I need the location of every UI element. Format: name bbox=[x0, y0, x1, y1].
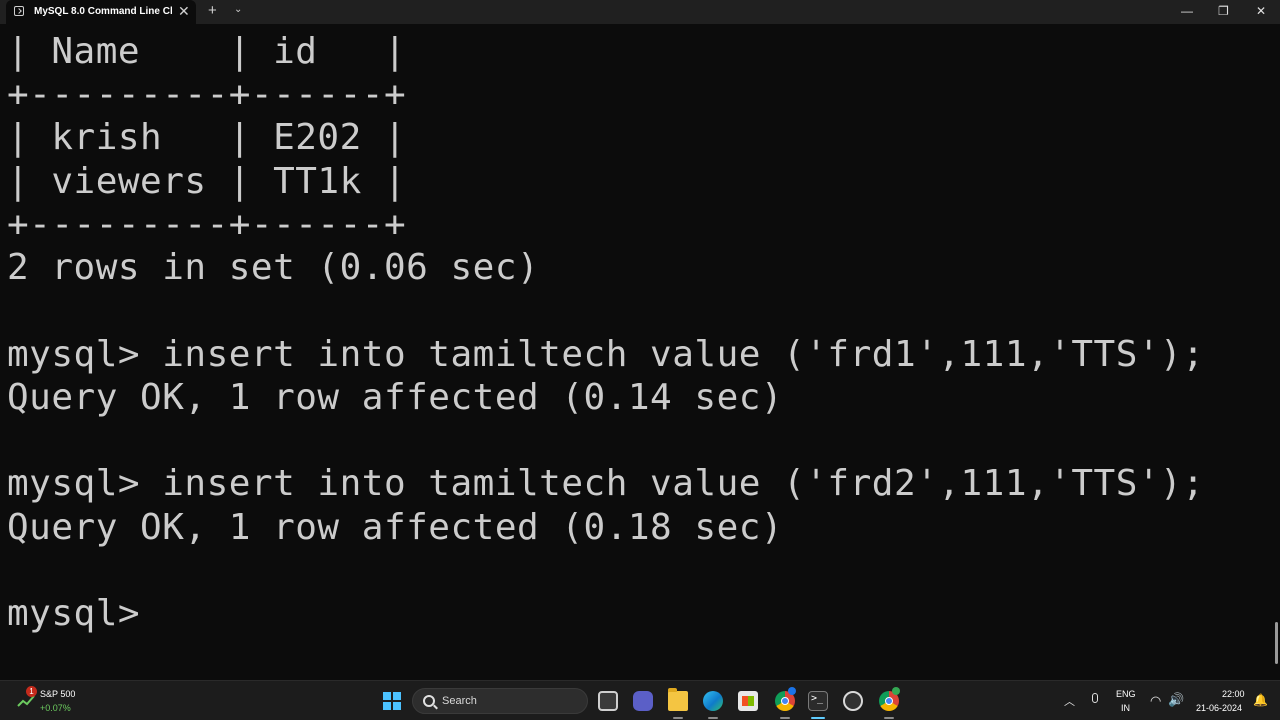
volume-icon[interactable]: 🔊 bbox=[1168, 692, 1184, 708]
terminal-prompt[interactable]: mysql> bbox=[7, 594, 140, 634]
windows-start-icon[interactable] bbox=[383, 692, 401, 710]
title-bar: MySQL 8.0 Command Line Cli ✕ + ⌄ — ❐ ✕ bbox=[0, 0, 1280, 24]
terminal-line: 2 rows in set (0.06 sec) bbox=[7, 247, 540, 288]
notification-bell-icon[interactable]: 🔔 bbox=[1253, 693, 1268, 707]
teams-icon[interactable] bbox=[633, 691, 653, 711]
obs-icon[interactable] bbox=[843, 691, 863, 711]
terminal-line: mysql> insert into tamiltech value ('frd… bbox=[7, 334, 1205, 375]
language-region[interactable]: IN bbox=[1121, 703, 1130, 713]
close-window-button[interactable]: ✕ bbox=[1256, 3, 1266, 19]
terminal-output[interactable]: | Name | id | +---------+------+ | krish… bbox=[0, 24, 1280, 680]
tray-chevron-icon[interactable]: ︿ bbox=[1064, 693, 1075, 709]
terminal-line: Query OK, 1 row affected (0.18 sec) bbox=[7, 507, 784, 548]
new-tab-button[interactable]: + bbox=[208, 2, 217, 20]
terminal-line: | viewers | TT1k | bbox=[7, 161, 407, 202]
profile-badge-icon bbox=[892, 687, 900, 695]
notification-badge: 1 bbox=[26, 686, 37, 697]
running-indicator bbox=[884, 717, 894, 719]
search-icon bbox=[423, 695, 435, 707]
taskbar: 1 S&P 500 +0.07% Search ︿ ENG IN ◠ 🔊 22:… bbox=[0, 680, 1280, 720]
scrollbar[interactable] bbox=[1275, 622, 1278, 664]
stock-widget-name[interactable]: S&P 500 bbox=[40, 689, 75, 699]
running-indicator bbox=[780, 717, 790, 719]
tab-title: MySQL 8.0 Command Line Cli bbox=[34, 6, 172, 17]
terminal-tab[interactable]: MySQL 8.0 Command Line Cli ✕ bbox=[6, 0, 196, 24]
running-indicator bbox=[673, 717, 683, 719]
store-icon[interactable] bbox=[738, 691, 758, 711]
wifi-icon[interactable]: ◠ bbox=[1150, 693, 1161, 709]
terminal-line: Query OK, 1 row affected (0.14 sec) bbox=[7, 377, 784, 418]
terminal-line: +---------+------+ bbox=[7, 204, 407, 245]
minimize-button[interactable]: — bbox=[1181, 3, 1193, 19]
stock-widget-change: +0.07% bbox=[40, 703, 71, 713]
terminal-line: | krish | E202 | bbox=[7, 117, 407, 158]
microphone-icon[interactable] bbox=[1092, 693, 1098, 703]
maximize-button[interactable]: ❐ bbox=[1218, 3, 1229, 19]
file-explorer-icon[interactable] bbox=[668, 688, 688, 711]
terminal-line: mysql> insert into tamiltech value ('frd… bbox=[7, 463, 1205, 504]
terminal-line: +---------+------+ bbox=[7, 74, 407, 115]
active-indicator bbox=[811, 717, 825, 719]
task-view-icon[interactable] bbox=[598, 691, 618, 711]
chrome-profile-icon[interactable] bbox=[879, 687, 900, 711]
clock-date[interactable]: 21-06-2024 bbox=[1196, 703, 1242, 713]
clock-time[interactable]: 22:00 bbox=[1222, 689, 1245, 699]
taskbar-search[interactable]: Search bbox=[412, 688, 588, 714]
terminal-icon[interactable] bbox=[808, 691, 828, 711]
language-indicator[interactable]: ENG bbox=[1116, 689, 1136, 699]
edge-icon[interactable] bbox=[703, 691, 723, 711]
running-indicator bbox=[708, 717, 718, 719]
terminal-tab-icon bbox=[14, 6, 24, 16]
close-tab-icon[interactable]: ✕ bbox=[178, 3, 190, 19]
chevron-down-icon[interactable]: ⌄ bbox=[234, 4, 242, 15]
profile-badge-icon bbox=[788, 687, 796, 695]
chrome-icon[interactable] bbox=[775, 687, 796, 711]
terminal-line: | Name | id | bbox=[7, 31, 407, 72]
search-label: Search bbox=[442, 695, 477, 707]
